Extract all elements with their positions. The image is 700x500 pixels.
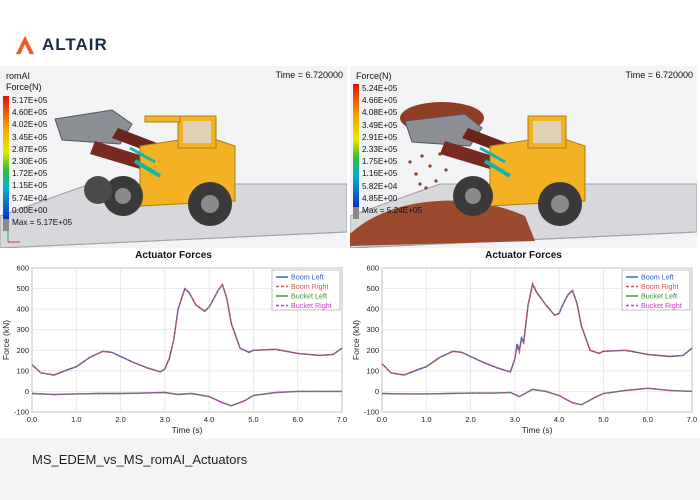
x-tick-label: 4.0 (554, 415, 564, 424)
legend-value: 5.17E+05 (12, 96, 48, 105)
legend-value: 4.66E+05 (362, 96, 398, 106)
legend-value: 4.60E+05 (12, 108, 48, 118)
altair-logo[interactable]: ALTAIR (14, 34, 108, 56)
x-tick-label: 4.0 (204, 415, 214, 424)
legend-value: 4.08E+05 (362, 108, 398, 118)
y-tick-label: 400 (16, 305, 29, 314)
y-tick-label: -100 (364, 408, 379, 417)
legend-label: Bucket Left (641, 292, 677, 301)
x-axis-label: Time (s) (522, 425, 553, 435)
actuator-forces-chart-edem: 0.0 1.0 2.0 3.0 4.0 5.0 6.0 7.0-100010020030040… (351, 264, 697, 436)
y-tick-label: 400 (366, 305, 379, 314)
x-tick-label: 1.0 (71, 415, 81, 424)
y-tick-label: 100 (16, 366, 29, 375)
legend-value: 5.24E+05 (362, 84, 398, 93)
legend-value: 1.16E+05 (362, 169, 398, 179)
figure-caption: MS_EDEM_vs_MS_romAI_Actuators (32, 452, 248, 467)
time-readout: Time = 6.720000 (275, 70, 343, 80)
legend-value: 0.00E+00 (12, 205, 48, 215)
x-tick-label: 3.0 (160, 415, 170, 424)
legend-label: Bucket Right (641, 301, 682, 310)
y-tick-label: 500 (366, 284, 379, 293)
legend-values: 5.24E+05 4.66E+05 4.08E+05 3.49E+05 2.91… (362, 83, 422, 217)
legend-value: 1.15E+05 (12, 181, 48, 191)
x-tick-label: 5.0 (248, 415, 258, 424)
legend-value: 3.49E+05 (362, 120, 398, 130)
result-type-label: Force(N) (6, 82, 42, 92)
x-tick-label: 6.0 (292, 415, 302, 424)
chart-title: Actuator Forces (135, 250, 212, 261)
time-readout: Time = 6.720000 (625, 70, 693, 80)
legend-label: Bucket Right (291, 301, 332, 310)
legend-value: 5.74E+04 (12, 193, 48, 203)
y-tick-label: 200 (16, 346, 29, 355)
color-legend-bar (3, 96, 9, 231)
x-tick-label: 2.0 (115, 415, 125, 424)
legend-value: 4.85E+00 (362, 193, 398, 203)
altair-logo-icon (15, 35, 35, 55)
y-tick-label: 0 (25, 387, 29, 396)
legend-value: 4.02E+05 (12, 120, 48, 130)
footer-bar: MS_EDEM_vs_MS_romAI_Actuators (0, 438, 700, 500)
legend-value: 2.87E+05 (12, 144, 48, 154)
color-legend-bar (353, 84, 359, 219)
x-tick-label: 3.0 (510, 415, 520, 424)
y-tick-label: 600 (366, 264, 379, 273)
y-tick-label: 100 (366, 366, 379, 375)
x-tick-label: 2.0 (465, 415, 475, 424)
x-tick-label: 5.0 (598, 415, 608, 424)
actuator-forces-chart-romai: 0.0 1.0 2.0 3.0 4.0 5.0 6.0 7.0-100010020030040… (1, 264, 347, 436)
y-tick-label: 0 (375, 387, 379, 396)
max-value: Max = 5.17E+05 (12, 218, 73, 228)
legend-label: Boom Right (641, 282, 679, 291)
y-tick-label: 200 (366, 346, 379, 355)
y-tick-label: -100 (14, 408, 29, 417)
x-tick-label: 7.0 (687, 415, 697, 424)
y-tick-label: 300 (16, 325, 29, 334)
legend-value: 1.75E+05 (362, 157, 398, 167)
x-tick-label: 7.0 (337, 415, 347, 424)
legend-value: 5.82E+04 (362, 181, 398, 191)
y-axis-label: Force (kN) (1, 320, 11, 360)
brand-name: ALTAIR (42, 35, 108, 54)
y-tick-label: 300 (366, 325, 379, 334)
x-tick-label: 6.0 (642, 415, 652, 424)
romai-simulation-view[interactable]: romAI Force(N) Time = 6.720000 5.17E+05 … (0, 66, 347, 248)
legend-value: 2.33E+05 (362, 145, 398, 155)
legend-label: Boom Right (291, 282, 329, 291)
max-value: Max = 5.24E+05 (362, 206, 423, 216)
top-bar: ALTAIR (0, 0, 700, 66)
legend-value: 2.30E+05 (12, 157, 48, 167)
edem-simulation-view[interactable]: Force(N) Time = 6.720000 5.24E+05 4.66E+… (350, 66, 697, 248)
x-tick-label: 1.0 (421, 415, 431, 424)
chart-title: Actuator Forces (485, 250, 562, 261)
y-tick-label: 500 (16, 284, 29, 293)
legend-label: Boom Left (641, 273, 674, 282)
x-axis-label: Time (s) (172, 425, 203, 435)
result-type-label: Force(N) (356, 71, 392, 81)
legend-label: Bucket Left (291, 292, 327, 301)
legend-value: 1.72E+05 (12, 169, 48, 179)
y-axis-label: Force (kN) (351, 320, 361, 360)
legend-value: 3.45E+05 (12, 132, 48, 142)
legend-value: 2.91E+05 (362, 132, 398, 142)
legend-values: 5.17E+05 4.60E+05 4.02E+05 3.45E+05 2.87… (12, 95, 72, 229)
y-tick-label: 600 (16, 264, 29, 273)
legend-label: Boom Left (291, 273, 324, 282)
model-label: romAI (6, 71, 31, 81)
